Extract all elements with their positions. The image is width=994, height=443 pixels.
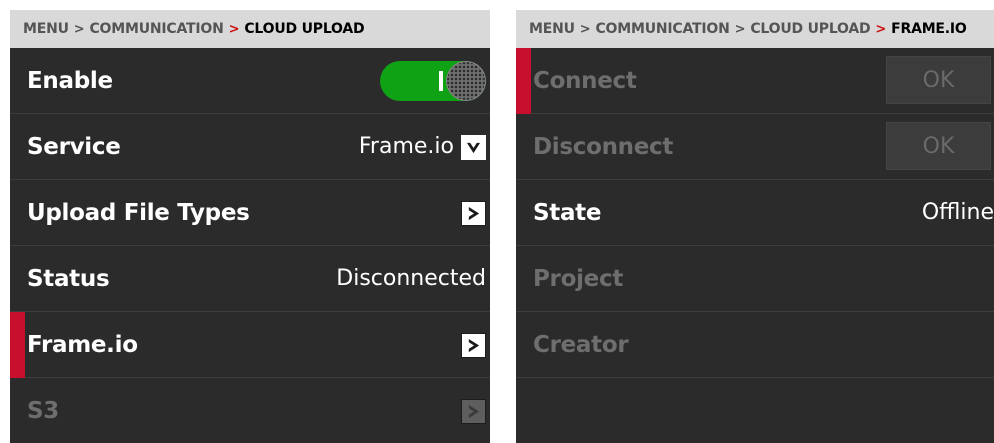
breadcrumb: MENU > COMMUNICATION > CLOUD UPLOAD > FR… [516, 10, 994, 48]
status-label: Status [27, 265, 110, 292]
breadcrumb: MENU > COMMUNICATION > CLOUD UPLOAD [10, 10, 490, 48]
breadcrumb-current: FRAME.IO [891, 21, 967, 37]
creator-row: Creator [516, 312, 994, 378]
enable-label: Enable [27, 67, 113, 94]
status-value: Disconnected [336, 266, 486, 291]
upload-file-types-row[interactable]: Upload File Types [10, 180, 490, 246]
upload-file-types-label: Upload File Types [27, 199, 250, 226]
breadcrumb-item-menu[interactable]: MENU [529, 21, 575, 37]
status-row: Status Disconnected [10, 246, 490, 312]
selection-marker [10, 312, 25, 378]
state-value: Offline [921, 200, 994, 225]
breadcrumb-item-menu[interactable]: MENU [23, 21, 69, 37]
s3-label: S3 [27, 397, 59, 424]
state-row: State Offline [516, 180, 994, 246]
toggle-knob[interactable] [446, 61, 486, 101]
toggle-on-indicator [439, 71, 443, 91]
breadcrumb-separator: > [734, 21, 746, 37]
project-row: Project [516, 246, 994, 312]
service-label: Service [27, 133, 121, 160]
service-row[interactable]: Service Frame.io [10, 114, 490, 180]
breadcrumb-separator: > [579, 21, 591, 37]
breadcrumb-separator-active: > [875, 21, 887, 37]
breadcrumb-separator-active: > [228, 21, 240, 37]
breadcrumb-item-communication[interactable]: COMMUNICATION [89, 21, 223, 37]
disconnect-label: Disconnect [533, 133, 674, 160]
service-value[interactable]: Frame.io [359, 134, 454, 159]
project-label: Project [533, 265, 624, 292]
breadcrumb-current: CLOUD UPLOAD [244, 21, 365, 37]
disconnect-ok-button[interactable]: OK [886, 122, 991, 170]
frameio-row[interactable]: Frame.io [10, 312, 490, 378]
chevron-down-icon [466, 142, 481, 154]
s3-button[interactable] [461, 399, 486, 424]
disconnect-row[interactable]: Disconnect OK [516, 114, 994, 180]
service-dropdown-button[interactable] [461, 135, 486, 160]
frameio-panel: MENU > COMMUNICATION > CLOUD UPLOAD > FR… [516, 10, 994, 443]
frameio-button[interactable] [461, 333, 486, 358]
enable-row[interactable]: Enable [10, 48, 490, 114]
selection-marker [516, 48, 531, 114]
breadcrumb-separator: > [73, 21, 85, 37]
breadcrumb-item-cloud-upload[interactable]: CLOUD UPLOAD [750, 21, 870, 37]
enable-toggle[interactable] [380, 61, 486, 101]
state-label: State [533, 199, 602, 226]
creator-label: Creator [533, 331, 629, 358]
chevron-right-icon [468, 206, 480, 221]
connect-row[interactable]: Connect OK [516, 48, 994, 114]
breadcrumb-item-communication[interactable]: COMMUNICATION [595, 21, 729, 37]
chevron-right-icon [468, 338, 480, 353]
upload-file-types-button[interactable] [461, 201, 486, 226]
connect-ok-button[interactable]: OK [886, 56, 991, 104]
frameio-label: Frame.io [27, 331, 138, 358]
cloud-upload-panel: MENU > COMMUNICATION > CLOUD UPLOAD Enab… [10, 10, 490, 443]
s3-row[interactable]: S3 [10, 378, 490, 443]
chevron-right-icon [468, 404, 480, 419]
connect-label: Connect [533, 67, 637, 94]
